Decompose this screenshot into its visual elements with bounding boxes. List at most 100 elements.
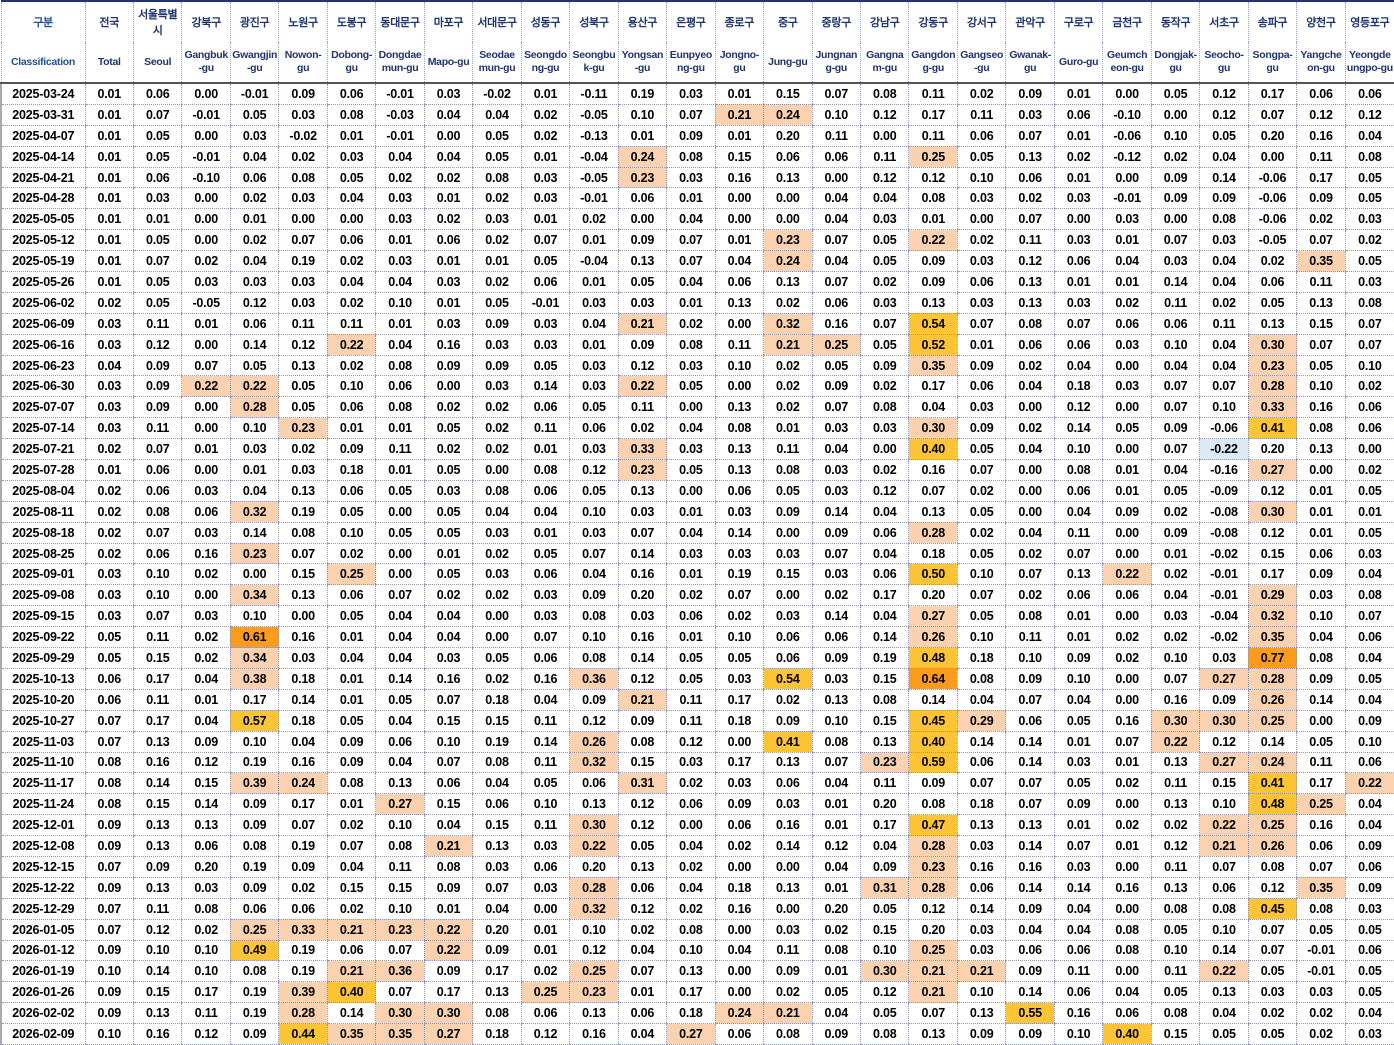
value-cell: 0.03: [84, 313, 134, 335]
value-cell: 0.05: [956, 605, 1006, 628]
value-cell: 0.10: [181, 940, 231, 962]
value-cell: 0.04: [1005, 438, 1055, 461]
value-cell: 0.09: [666, 125, 716, 147]
value-cell: 0.09: [1005, 960, 1055, 983]
value-cell: 0.20: [1247, 438, 1297, 461]
value-cell: 0.07: [375, 584, 425, 607]
value-cell: 0.09: [1344, 710, 1394, 732]
value-cell: 0.25: [1296, 793, 1346, 816]
value-cell: 0.03: [84, 584, 134, 607]
value-cell: -0.02: [1199, 626, 1249, 649]
value-cell: 0.00: [423, 375, 473, 398]
value-cell: 0.14: [181, 793, 231, 816]
table-row: 2025-11-17 0.08 0.14 0.15 0.39 0.24 0.08 0.13 0.…: [0, 772, 1394, 795]
value-cell: 0.12: [181, 1023, 231, 1045]
value-cell: 0.12: [1344, 104, 1394, 126]
value-cell: 0.11: [666, 710, 716, 732]
value-cell: 0.00: [1102, 960, 1152, 983]
value-cell: 0.02: [181, 647, 231, 669]
value-cell: 0.01: [1102, 752, 1152, 774]
value-cell: 0.00: [1102, 543, 1152, 565]
value-cell: -0.02: [278, 125, 328, 147]
value-cell: 0.09: [1296, 563, 1346, 586]
table-row: 2025-11-10 0.08 0.16 0.12 0.19 0.16 0.09 0.04 0.…: [0, 752, 1394, 774]
value-cell: 0.01: [229, 208, 279, 231]
value-cell: 0.17: [278, 793, 328, 816]
value-cell: 0.06: [956, 752, 1006, 774]
value-cell: 0.04: [714, 940, 764, 962]
value-cell: 0.06: [763, 772, 813, 795]
value-cell: 0.03: [956, 292, 1006, 314]
value-cell: 0.12: [520, 1023, 570, 1045]
value-cell: 0.21: [908, 981, 958, 1004]
value-cell: 0.03: [520, 877, 570, 899]
value-cell: 0.22: [326, 334, 376, 356]
value-cell: 0.00: [763, 187, 813, 210]
value-cell: 0.11: [520, 417, 570, 440]
table-row: 2025-06-02 0.02 0.05 -0.05 0.12 0.03 0.02 0.10 0…: [0, 292, 1394, 314]
value-cell: 0.02: [423, 208, 473, 231]
value-cell: 0.15: [472, 710, 522, 732]
value-cell: -0.06: [1247, 208, 1297, 231]
value-cell: 0.00: [1102, 605, 1152, 628]
value-cell: 0.16: [132, 752, 182, 774]
value-cell: 0.01: [666, 563, 716, 586]
value-cell: 0.03: [617, 605, 667, 628]
value-cell: 0.06: [132, 543, 182, 565]
value-cell: 0.03: [1053, 856, 1103, 878]
value-cell: 0.05: [666, 459, 716, 481]
value-cell: 0.03: [278, 292, 328, 314]
value-cell: 0.04: [1053, 898, 1103, 920]
value-cell: 0.07: [84, 898, 134, 920]
value-cell: 0.05: [375, 689, 425, 711]
value-cell: 0.12: [1150, 835, 1200, 857]
value-cell: 0.04: [1199, 334, 1249, 356]
value-cell: 0.02: [278, 146, 328, 168]
value-cell: 0.00: [1102, 856, 1152, 878]
value-cell: 0.03: [84, 334, 134, 356]
value-cell: 0.59: [908, 752, 958, 774]
value-cell: 0.34: [229, 647, 279, 669]
column-header-ko: 강동구: [908, 0, 958, 42]
value-cell: 0.13: [763, 877, 813, 899]
header-classification-ko: 구분: [0, 0, 86, 42]
row-date: 2025-09-01: [0, 563, 86, 586]
value-cell: 0.23: [375, 919, 425, 941]
value-cell: 0.06: [1053, 104, 1103, 126]
value-cell: 0.04: [1199, 355, 1249, 377]
value-cell: 0.03: [811, 668, 861, 690]
value-cell: 0.13: [1199, 981, 1249, 1004]
value-cell: 0.03: [132, 187, 182, 210]
value-cell: 0.03: [811, 480, 861, 502]
value-cell: 0.05: [1344, 167, 1394, 189]
value-cell: 0.10: [956, 167, 1006, 189]
value-cell: -0.06: [1247, 187, 1297, 210]
value-cell: 0.40: [1102, 1023, 1152, 1045]
row-date: 2025-06-23: [0, 355, 86, 377]
table-row: 2025-11-24 0.08 0.15 0.14 0.09 0.17 0.01 0.27 0.…: [0, 793, 1394, 816]
row-date: 2025-05-05: [0, 208, 86, 231]
value-cell: 0.02: [1247, 250, 1297, 273]
value-cell: 0.04: [1199, 1002, 1249, 1025]
value-cell: 0.18: [666, 1002, 716, 1025]
table-row: 2025-12-29 0.07 0.11 0.08 0.06 0.06 0.02 0.10 0.…: [0, 898, 1394, 920]
value-cell: 0.25: [908, 940, 958, 962]
column-header-en: Gangna m-gu: [860, 42, 909, 84]
value-cell: 0.02: [714, 835, 764, 857]
value-cell: 0.15: [326, 877, 376, 899]
value-cell: 0.02: [84, 480, 134, 502]
value-cell: 0.02: [1344, 459, 1394, 481]
value-cell: 0.02: [472, 417, 522, 440]
value-cell: 0.06: [1344, 856, 1394, 878]
value-cell: 0.28: [1247, 375, 1297, 398]
value-cell: 0.16: [1053, 1002, 1103, 1025]
value-cell: 0.05: [1296, 731, 1346, 753]
value-cell: 0.04: [666, 877, 716, 899]
value-cell: 0.03: [1053, 752, 1103, 774]
value-cell: 0.02: [666, 898, 716, 920]
value-cell: 0.17: [181, 981, 231, 1004]
row-date: 2025-06-09: [0, 313, 86, 335]
value-cell: 0.02: [860, 459, 909, 481]
value-cell: 0.20: [763, 125, 813, 147]
column-header-en: Seongdo ng-gu: [520, 42, 570, 84]
